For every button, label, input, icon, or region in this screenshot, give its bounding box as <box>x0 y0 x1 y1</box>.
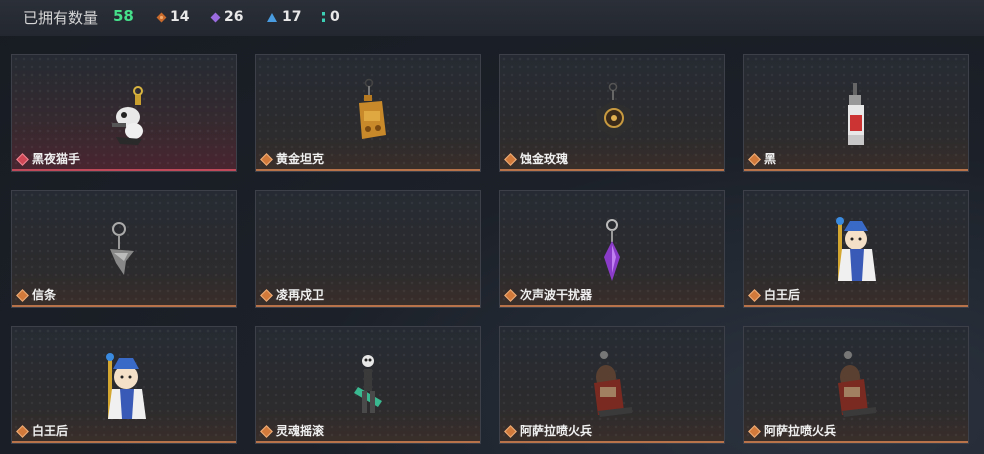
stat-teal: 0 <box>322 8 340 26</box>
charm-name: 白王后 <box>764 288 801 302</box>
charm-name: 信条 <box>32 288 57 302</box>
owned-count-label: 已拥有数量 <box>23 9 99 27</box>
stat-value: 26 <box>224 9 244 25</box>
charm-card[interactable]: 白王后 <box>11 326 237 444</box>
charm-name: 阿萨拉喷火兵 <box>520 424 593 438</box>
charm-name: 凌再戍卫 <box>276 288 325 302</box>
charm-card[interactable]: 阿萨拉喷火兵 <box>499 326 725 444</box>
owned-count-total: 58 <box>113 7 134 25</box>
charm-card[interactable]: 黑夜猫手 <box>11 54 237 172</box>
charm-card[interactable]: 蚀金玫瑰 <box>499 54 725 172</box>
charm-name: 黑夜猫手 <box>32 152 81 166</box>
stat-value: 17 <box>282 9 302 25</box>
charm-name: 白王后 <box>32 424 69 438</box>
stat-value: 0 <box>330 9 340 25</box>
charm-name: 蚀金玫瑰 <box>520 152 569 166</box>
charm-name: 灵魂摇滚 <box>276 424 325 438</box>
teal-gem-icon <box>322 12 325 22</box>
orange-gem-icon <box>156 12 167 22</box>
stat-purple: 26 <box>210 8 244 26</box>
stat-value: 14 <box>170 9 190 25</box>
blue-gem-icon <box>267 12 277 22</box>
charm-card[interactable]: 信条 <box>11 190 237 308</box>
charm-card[interactable]: 次声波干扰器 <box>499 190 725 308</box>
charm-name: 黑 <box>764 152 777 166</box>
stat-orange: 14 <box>156 8 190 26</box>
charm-card[interactable]: 白王后 <box>743 190 969 308</box>
charm-name: 阿萨拉喷火兵 <box>764 424 837 438</box>
purple-gem-icon <box>210 12 221 22</box>
charm-name: 黄金坦克 <box>276 152 325 166</box>
charm-card[interactable]: 阿萨拉喷火兵 <box>743 326 969 444</box>
charm-name: 次声波干扰器 <box>520 288 593 302</box>
charm-card[interactable]: 黑 <box>743 54 969 172</box>
charm-card[interactable]: 黄金坦克 <box>255 54 481 172</box>
black-tag-charm-icon <box>848 83 864 145</box>
header-bar: 已拥有数量 58 14 26 17 0 <box>0 0 984 36</box>
charm-card[interactable]: 凌再戍卫 <box>255 190 481 308</box>
charm-card[interactable]: 灵魂摇滚 <box>255 326 481 444</box>
stat-blue: 17 <box>267 8 301 26</box>
